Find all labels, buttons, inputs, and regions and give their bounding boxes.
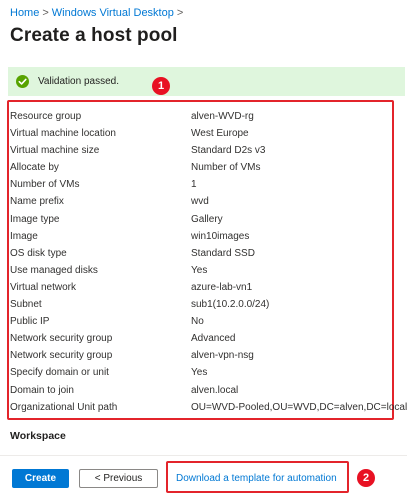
summary-value: No [191,316,204,328]
summary-value: Number of VMs [191,162,261,174]
summary-label: Network security group [10,333,113,345]
check-circle-icon [16,75,29,88]
summary-value: Gallery [191,213,223,225]
validation-message: Validation passed. [38,76,119,87]
summary-label: Name prefix [10,196,64,208]
summary-label: Network security group [10,350,113,362]
summary-table: Resource group alven-WVD-rg Virtual machin… [10,108,407,416]
summary-value: Standard D2s v3 [191,145,266,157]
summary-label: Virtual network [10,281,76,293]
summary-row: Name prefix wvd [10,193,394,210]
summary-value: alven.local [191,384,239,396]
summary-value: Advanced [191,333,236,345]
summary-value: alven-vpn-nsg [191,350,254,362]
callout-badge-1: 1 [152,77,170,95]
summary-row: Domain to join alven.local [10,382,394,399]
summary-label: OS disk type [10,247,67,259]
validation-banner: Validation passed. [8,67,405,96]
summary-row: Subnet sub1(10.2.0.0/24) [10,296,394,313]
summary-label: Image type [10,213,60,225]
summary-row: Allocate by Number of VMs [10,159,394,176]
page-title: Create a host pool [10,25,178,46]
summary-value: Yes [191,264,208,276]
summary-row: Virtual machine location West Europe [10,125,394,142]
summary-value: sub1(10.2.0.0/24) [191,299,270,311]
summary-label: Public IP [10,316,50,328]
summary-row: OS disk type Standard SSD [10,245,394,262]
summary-value: alven-WVD-rg [191,111,254,122]
breadcrumb-home-link[interactable]: Home [10,7,39,19]
breadcrumb-separator: > [176,7,184,19]
summary-value: Standard SSD [191,247,255,259]
summary-row: Use managed disks Yes [10,262,394,279]
summary-row: Image type Gallery [10,211,394,228]
summary-label: Virtual machine size [10,145,100,157]
summary-label: Resource group [10,111,82,122]
summary-value: wvd [191,196,209,208]
summary-row: Organizational Unit path OU=WVD-Pooled,OU… [10,399,407,416]
summary-row: Specify domain or unit Yes [10,364,394,381]
summary-label: Organizational Unit path [10,401,118,413]
summary-value: West Europe [191,128,249,140]
summary-row: Image win10images [10,228,394,245]
summary-row: Network security group Advanced [10,330,394,347]
summary-row: Network security group alven-vpn-nsg [10,347,394,364]
summary-label: Use managed disks [10,264,98,276]
previous-button[interactable]: < Previous [79,469,158,488]
summary-row: Virtual machine size Standard D2s v3 [10,142,394,159]
summary-row: Number of VMs 1 [10,176,394,193]
breadcrumb: Home > Windows Virtual Desktop > [10,7,186,19]
summary-value: azure-lab-vn1 [191,281,253,293]
summary-label: Image [10,230,38,242]
callout-badge-2: 2 [357,469,375,487]
summary-value: OU=WVD-Pooled,OU=WVD,DC=alven,DC=local [191,401,407,413]
summary-row: Resource group alven-WVD-rg [10,108,394,125]
breadcrumb-separator: > [42,7,49,19]
create-button[interactable]: Create [12,469,69,488]
summary-label: Domain to join [10,384,74,396]
summary-row: Virtual network azure-lab-vn1 [10,279,394,296]
summary-value: 1 [191,179,197,191]
summary-label: Allocate by [10,162,59,174]
summary-label: Subnet [10,299,42,311]
summary-label: Virtual machine location [10,128,116,140]
summary-label: Specify domain or unit [10,367,109,379]
download-template-link[interactable]: Download a template for automation [176,473,337,484]
summary-value: win10images [191,230,250,242]
summary-row: Public IP No [10,313,394,330]
summary-label: Number of VMs [10,179,80,191]
summary-value: Yes [191,367,208,379]
workspace-heading: Workspace [10,430,66,442]
footer-divider [0,455,407,456]
breadcrumb-wvd-link[interactable]: Windows Virtual Desktop [52,7,174,19]
